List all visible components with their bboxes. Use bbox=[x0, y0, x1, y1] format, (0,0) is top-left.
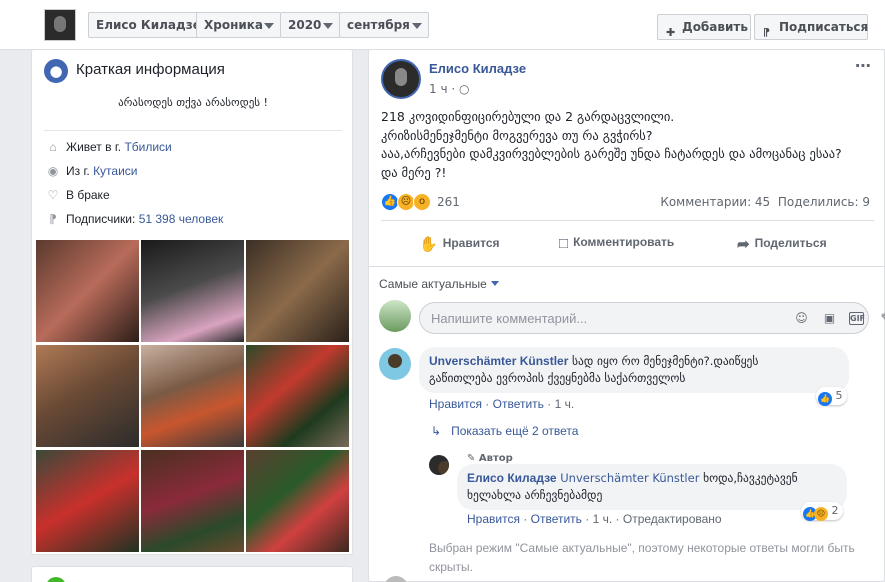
reply-mention[interactable]: Unverschämter Künstler bbox=[560, 471, 699, 485]
post-stats: Комментарии: 45 Поделились: 9 bbox=[660, 195, 870, 209]
shares-count[interactable]: Поделились: 9 bbox=[778, 195, 870, 209]
emoji-icon[interactable]: ☺ bbox=[793, 310, 810, 327]
photo-thumbnail[interactable] bbox=[141, 450, 244, 552]
reply-actions: Нравится · Ответить · 1 ч. · Отредактиро… bbox=[467, 512, 722, 526]
reply-author-name[interactable]: Елисо Киладзе bbox=[467, 471, 557, 485]
photo-thumbnail[interactable] bbox=[246, 450, 349, 552]
like-reaction-icon: 👍 bbox=[818, 392, 832, 406]
post-body: 218 კოვიდინფიცირებული და 2 გარდაცვლილი. … bbox=[381, 109, 842, 180]
profile-top-bar: Елисо Киладзе Хроника 2020 сентября ✚ Доб… bbox=[0, 0, 885, 50]
comment-sort-dropdown[interactable]: Самые актуальные bbox=[379, 277, 499, 291]
info-lives-in: ⌂ Живет в г. Tбилиси bbox=[44, 140, 171, 158]
divider bbox=[44, 130, 342, 131]
comment-box[interactable]: ☺ ▣ GIF ✎ bbox=[419, 302, 885, 334]
comment-bubble: Unverschämter Künstler სად იყო რო მენეჯმ… bbox=[419, 347, 849, 393]
photo-thumbnail[interactable] bbox=[36, 240, 139, 342]
author-avatar[interactable] bbox=[381, 59, 421, 99]
rss-icon: ⁋ bbox=[763, 26, 770, 39]
gif-icon[interactable]: GIF bbox=[849, 312, 865, 325]
more-options-icon[interactable]: ⋯ bbox=[855, 56, 872, 75]
followers-link[interactable]: 51 398 человек bbox=[139, 212, 224, 226]
chevron-down-icon bbox=[490, 281, 499, 286]
chevron-down-icon bbox=[412, 23, 422, 29]
sad-reaction-icon: ☹ bbox=[814, 507, 828, 521]
photo-thumbnail[interactable] bbox=[36, 345, 139, 447]
author-tag: ✎ Автор bbox=[467, 453, 513, 464]
divider bbox=[381, 220, 874, 221]
info-followers: ⁋ Подписчики: 51 398 человек bbox=[44, 212, 223, 230]
subscribe-button[interactable]: ⁋ Подписаться bbox=[754, 14, 868, 40]
reply-arrow-icon: ↳ bbox=[431, 424, 442, 438]
reply-author-avatar[interactable] bbox=[429, 455, 449, 475]
camera-icon[interactable]: ▣ bbox=[821, 310, 838, 327]
sort-mode-note: Выбран режим "Самые актуальные", поэтому… bbox=[429, 541, 855, 574]
speech-bubble-icon: □ bbox=[559, 235, 569, 252]
photo-thumbnail[interactable] bbox=[246, 240, 349, 342]
photo-thumbnail[interactable] bbox=[36, 450, 139, 552]
divider bbox=[369, 266, 885, 267]
comment-reply-link[interactable]: Ответить bbox=[493, 397, 544, 411]
wow-reaction-icon: o bbox=[413, 193, 431, 211]
reply-reply-link[interactable]: Ответить bbox=[531, 512, 582, 526]
reply-bubble: Елисо Киладзе Unverschämter Künstler ხოდ… bbox=[457, 464, 847, 510]
add-user-icon: ✚ bbox=[666, 26, 676, 39]
photo-thumbnail[interactable] bbox=[141, 240, 244, 342]
current-user-avatar bbox=[379, 300, 411, 332]
location-pin-icon: ◉ bbox=[47, 164, 59, 178]
lives-city-link[interactable]: Tбилиси bbox=[124, 140, 171, 154]
comment-actions: Нравится · Ответить · 1 ч. bbox=[429, 397, 575, 411]
globe-icon: ○ bbox=[459, 82, 470, 96]
like-button[interactable]: ✋ Нравится bbox=[419, 235, 500, 253]
show-more-replies[interactable]: ↳ Показать ещё 2 ответа bbox=[431, 424, 578, 438]
heart-icon: ♡ bbox=[47, 188, 59, 202]
rss-icon: ⁋ bbox=[49, 212, 57, 226]
section-icon bbox=[46, 577, 66, 582]
comments-count[interactable]: Комментарии: 45 bbox=[660, 195, 770, 209]
sticker-icon[interactable]: ✎ bbox=[877, 310, 885, 327]
intro-card: ● Краткая информация არასოდეს თქვა არასო… bbox=[31, 49, 353, 555]
photo-thumbnail[interactable] bbox=[141, 345, 244, 447]
breadcrumb-month[interactable]: сентября bbox=[339, 12, 429, 38]
intro-bio: არასოდეს თქვა არასოდეს ! bbox=[118, 96, 268, 109]
globe-icon: ● bbox=[44, 59, 68, 83]
edited-label[interactable]: Отредактировано bbox=[623, 512, 722, 526]
reply-time[interactable]: 1 ч. bbox=[593, 512, 613, 526]
comment-button[interactable]: □ Комментировать bbox=[559, 235, 674, 252]
comment-time[interactable]: 1 ч. bbox=[555, 397, 575, 411]
reply-reactions[interactable]: 👍 ☹ 2 bbox=[801, 502, 843, 521]
post-time[interactable]: 1 ч · ○ bbox=[429, 82, 469, 96]
breadcrumb-year[interactable]: 2020 bbox=[280, 12, 340, 38]
post-author-name[interactable]: Елисо Киладзе bbox=[429, 61, 526, 76]
comment-reactions[interactable]: 👍 5 bbox=[816, 387, 847, 406]
post-card: Елисо Киладзе 1 ч · ○ ⋯ 218 კოვიდინფიცირ… bbox=[368, 49, 885, 582]
commenter-name[interactable]: Unverschämter Künstler bbox=[429, 354, 568, 368]
share-button[interactable]: ➦ Поделиться bbox=[737, 235, 827, 253]
breadcrumb-timeline[interactable]: Хроника bbox=[196, 12, 281, 38]
pencil-icon: ✎ bbox=[467, 453, 476, 464]
info-relationship: ♡ В браке bbox=[44, 188, 110, 206]
share-arrow-icon: ➦ bbox=[737, 236, 750, 253]
reply-like-link[interactable]: Нравится bbox=[467, 512, 520, 526]
next-left-card bbox=[31, 566, 353, 582]
thumbs-up-icon: ✋ bbox=[419, 236, 438, 253]
info-from: ◉ Из г. Кутаиси bbox=[44, 164, 138, 182]
from-city-link[interactable]: Кутаиси bbox=[93, 164, 137, 178]
chevron-down-icon bbox=[323, 23, 333, 29]
reactions-count[interactable]: 261 bbox=[437, 195, 460, 209]
comment-like-link[interactable]: Нравится bbox=[429, 397, 482, 411]
photo-thumbnail[interactable] bbox=[246, 345, 349, 447]
profile-avatar[interactable] bbox=[44, 9, 76, 41]
add-friend-button[interactable]: ✚ Добавить bbox=[657, 14, 751, 40]
home-icon: ⌂ bbox=[49, 140, 57, 154]
comment-input[interactable] bbox=[431, 309, 731, 327]
breadcrumb-profile-name[interactable]: Елисо Киладзе bbox=[88, 12, 209, 38]
commenter-avatar[interactable] bbox=[379, 348, 411, 380]
chevron-down-icon bbox=[264, 23, 274, 29]
intro-title: Краткая информация bbox=[76, 61, 225, 78]
